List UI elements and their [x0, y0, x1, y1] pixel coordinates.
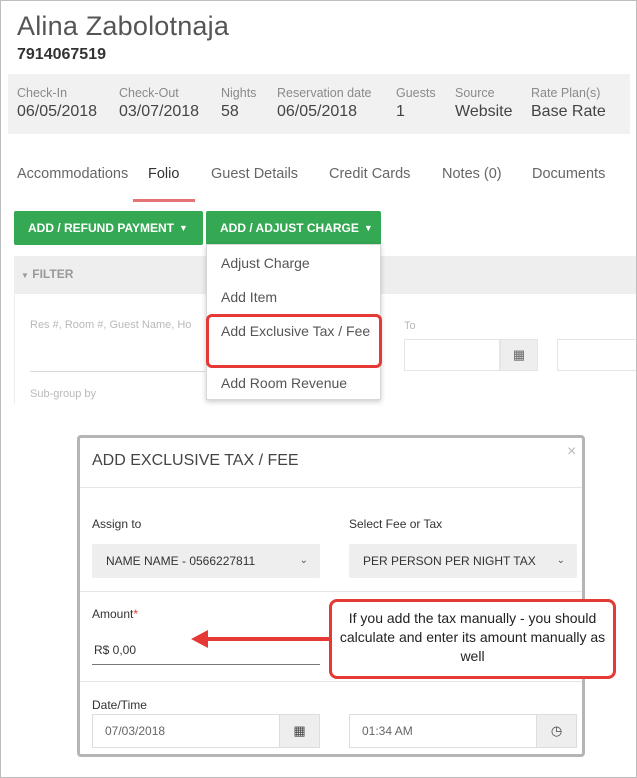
menu-item-adjust-charge[interactable]: Adjust Charge: [221, 254, 310, 272]
modal-divider: [80, 681, 582, 682]
chevron-down-icon: ⌄: [299, 555, 308, 566]
datetime-label: Date/Time: [92, 698, 147, 712]
info-value: Base Rate: [531, 103, 606, 120]
info-check-in: Check-In 06/05/2018: [17, 86, 97, 121]
info-nights: Nights 58: [221, 86, 256, 121]
guest-name: Alina Zabolotnaja: [17, 11, 230, 41]
guest-phone: 7914067519: [17, 46, 106, 63]
annotation-arrow-line: [206, 637, 329, 641]
info-rate-plan: Rate Plan(s) Base Rate: [531, 86, 606, 121]
filter-to-label: To: [404, 320, 416, 332]
assign-to-label: Assign to: [92, 517, 142, 531]
info-check-out: Check-Out 03/07/2018: [119, 86, 199, 121]
info-label: Source: [455, 86, 495, 100]
amount-input-underline: [92, 664, 320, 665]
reservation-info-bar: Check-In 06/05/2018 Check-Out 03/07/2018…: [8, 74, 630, 134]
active-tab-indicator: [133, 199, 195, 202]
tab-accommodations[interactable]: Accommodations: [17, 166, 128, 182]
menu-highlight-outline: [206, 314, 382, 368]
info-label: Nights: [221, 86, 257, 100]
modal-divider: [80, 487, 582, 488]
modal-divider: [80, 591, 582, 592]
caret-down-icon: ▼: [363, 223, 373, 233]
assign-to-value: NAME NAME - 0566227811: [106, 554, 256, 568]
menu-item-add-room-revenue[interactable]: Add Room Revenue: [221, 374, 347, 392]
add-exclusive-tax-modal: ADD EXCLUSIVE TAX / FEE × Assign to NAME…: [77, 435, 585, 757]
info-value: Website: [455, 103, 513, 120]
fee-tax-value: PER PERSON PER NIGHT TAX: [363, 554, 536, 568]
info-source: Source Website: [455, 86, 513, 121]
info-label: Reservation date: [277, 86, 372, 100]
annotation-callout: If you add the tax manually - you should…: [329, 599, 616, 679]
reservation-tabs: Accommodations Folio Guest Details Credi…: [1, 151, 636, 202]
filter-title: ▼ FILTER: [21, 267, 73, 281]
info-label: Check-In: [17, 86, 68, 100]
info-value: 1: [396, 103, 405, 120]
add-adjust-charge-button[interactable]: ADD / ADJUST CHARGE ▼: [206, 211, 381, 245]
tab-folio[interactable]: Folio: [148, 166, 179, 182]
tab-guest-details[interactable]: Guest Details: [211, 166, 298, 182]
filter-subgroup-label: Sub-group by: [30, 388, 97, 400]
info-guests: Guests 1: [396, 86, 436, 121]
amount-label: Amount*: [92, 607, 138, 621]
info-value: 03/07/2018: [119, 103, 200, 120]
menu-item-add-item[interactable]: Add Item: [221, 288, 277, 306]
calendar-icon[interactable]: ▦: [500, 339, 538, 371]
amount-label-text: Amount: [92, 607, 134, 621]
add-refund-payment-label: ADD / REFUND PAYMENT: [28, 221, 175, 235]
caret-down-icon: ▼: [179, 223, 188, 233]
tab-notes[interactable]: Notes (0): [442, 166, 502, 182]
fee-tax-select[interactable]: PER PERSON PER NIGHT TAX ⌄: [349, 544, 577, 578]
info-label: Guests: [396, 86, 436, 100]
annotation-arrow-head-icon: [191, 630, 208, 648]
fee-tax-label: Select Fee or Tax: [349, 517, 443, 531]
tab-credit-cards[interactable]: Credit Cards: [329, 166, 410, 182]
time-input[interactable]: 01:34 AM: [349, 714, 537, 748]
close-icon[interactable]: ×: [567, 443, 576, 461]
filter-title-text: FILTER: [32, 267, 74, 281]
assign-to-select[interactable]: NAME NAME - 0566227811 ⌄: [92, 544, 320, 578]
reservation-page: Alina Zabolotnaja 7914067519 Check-In 06…: [0, 0, 637, 778]
info-label: Rate Plan(s): [531, 86, 601, 100]
filter-search-underline: [30, 371, 205, 372]
chevron-down-icon: ⌄: [556, 555, 565, 566]
info-label: Check-Out: [119, 86, 179, 100]
clock-icon[interactable]: ◷: [537, 714, 577, 748]
add-adjust-charge-label: ADD / ADJUST CHARGE: [220, 221, 359, 235]
tab-documents[interactable]: Documents: [532, 166, 605, 182]
info-value: 58: [221, 103, 239, 120]
filter-extra-input[interactable]: [557, 339, 636, 371]
info-value: 06/05/2018: [277, 103, 358, 120]
filter-search-input[interactable]: Res #, Room #, Guest Name, Ho: [30, 319, 191, 331]
info-reservation-date: Reservation date 06/05/2018: [277, 86, 372, 121]
caret-down-icon: ▼: [21, 271, 29, 280]
modal-title: ADD EXCLUSIVE TAX / FEE: [92, 452, 299, 469]
amount-input[interactable]: R$ 0,00: [94, 643, 136, 657]
calendar-icon[interactable]: ▦: [280, 714, 320, 748]
required-asterisk: *: [133, 607, 139, 621]
info-value: 06/05/2018: [17, 103, 98, 120]
date-input[interactable]: 07/03/2018: [92, 714, 280, 748]
filter-to-date-input[interactable]: [404, 339, 500, 371]
add-refund-payment-button[interactable]: ADD / REFUND PAYMENT ▼: [14, 211, 203, 245]
